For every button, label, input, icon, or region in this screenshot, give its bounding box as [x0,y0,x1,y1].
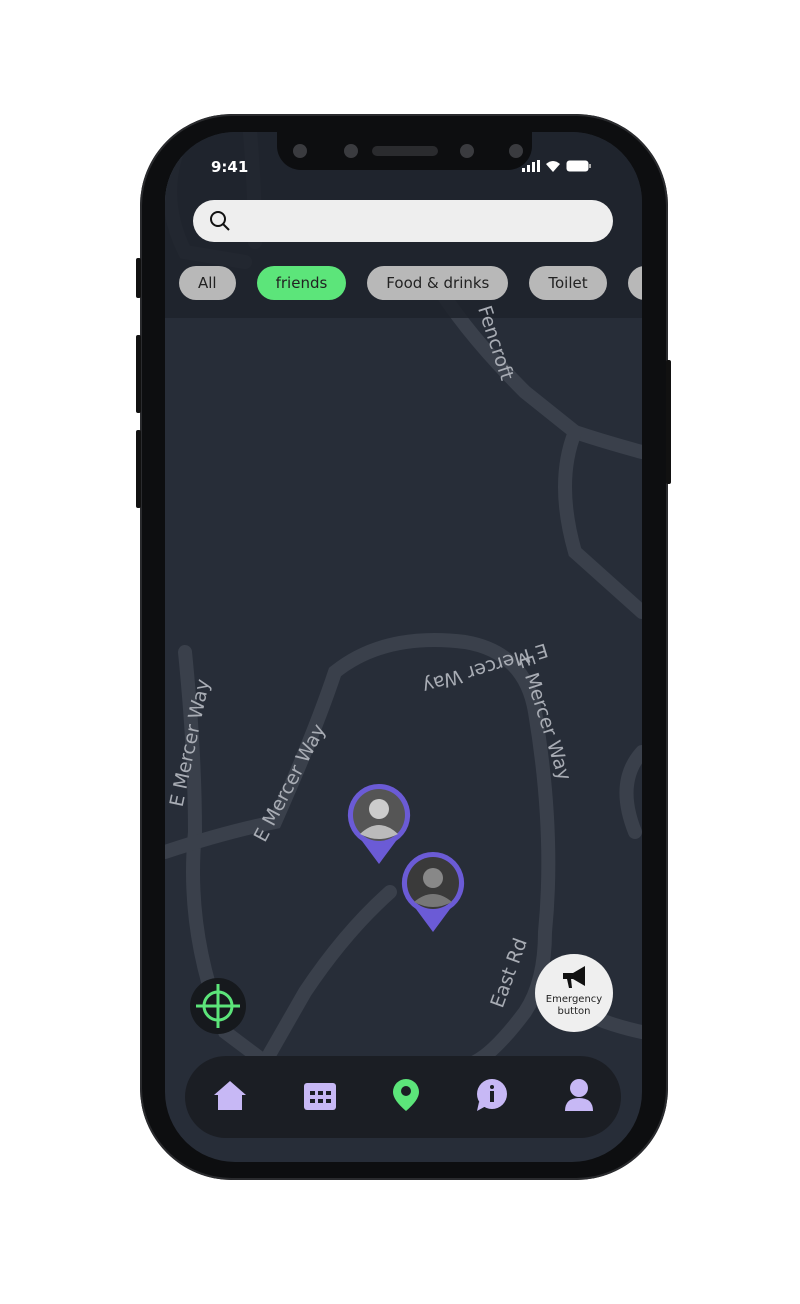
search-icon [210,211,230,231]
filter-friends[interactable]: friends [256,266,347,300]
screen: Fencroft E Mercer Way E Mercer Way E Mer… [165,132,642,1162]
battery-icon [566,160,591,172]
filter-toilet[interactable]: Toilet [529,266,607,300]
volume-up [136,335,141,413]
notch [277,132,532,170]
front-camera [509,144,523,158]
search-input[interactable] [193,200,613,242]
volume-down [136,430,141,508]
home-icon[interactable] [212,1078,248,1116]
emergency-label-2: button [557,1006,591,1017]
megaphone-icon [563,966,585,988]
mute-switch [136,258,141,298]
sensor [293,144,307,158]
emergency-label-1: Emergency [545,994,603,1005]
locate-me-button[interactable] [190,978,246,1034]
crosshair-icon [196,984,240,1028]
calendar-icon[interactable] [303,1079,337,1115]
location-icon[interactable] [392,1078,420,1116]
info-icon[interactable] [475,1078,509,1116]
sensor [344,144,358,158]
status-icons [522,160,592,172]
filter-all[interactable]: All [179,266,236,300]
filter-food-drinks[interactable]: Food & drinks [367,266,509,300]
status-time: 9:41 [211,158,249,176]
road [258,885,397,1069]
speaker [372,146,438,156]
filter-more[interactable] [627,266,642,300]
signal-icon [522,160,540,172]
bottom-nav [185,1056,621,1138]
filter-chips: All friends Food & drinks Toilet [179,266,642,300]
emergency-button[interactable]: Emergency button [535,954,613,1032]
road [558,425,642,619]
wifi-icon [546,161,560,172]
sensor [460,144,474,158]
friend-marker-2[interactable] [400,850,466,936]
power-button [666,360,671,484]
profile-icon[interactable] [564,1078,594,1116]
road [619,745,642,839]
